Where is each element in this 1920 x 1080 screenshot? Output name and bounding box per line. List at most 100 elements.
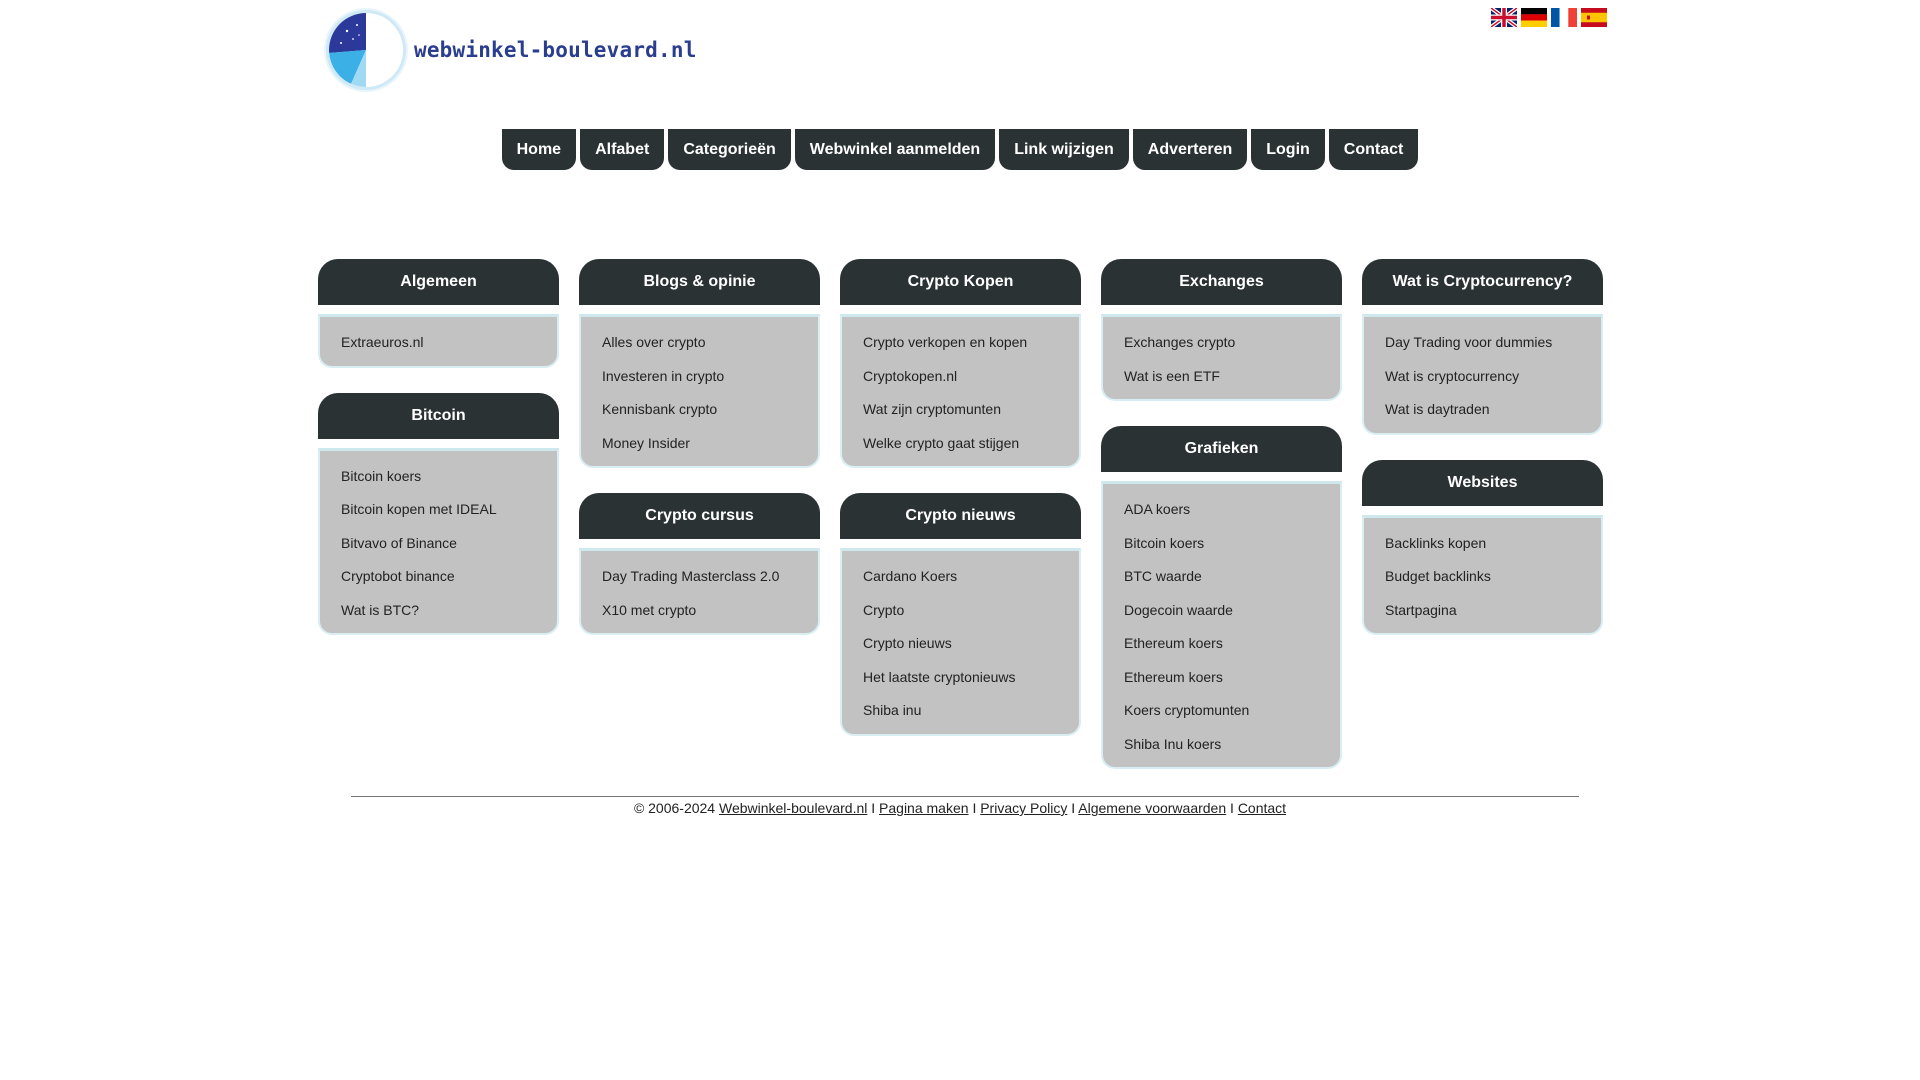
nav-categorieen[interactable]: Categorieën	[668, 129, 791, 170]
category-heading[interactable]: Crypto cursus	[579, 493, 820, 539]
category-heading[interactable]: Crypto Kopen	[840, 259, 1081, 305]
footer-copyright: © 2006-2024	[633, 800, 716, 816]
category-link[interactable]: Exchanges crypto	[1103, 326, 1340, 360]
category-link[interactable]: Wat is BTC?	[320, 594, 557, 628]
main-nav: Home Alfabet Categorieën Webwinkel aanme…	[0, 129, 1920, 170]
category-block: Blogs & opinie Alles over crypto Investere…	[579, 259, 820, 468]
category-heading[interactable]: Grafieken	[1101, 426, 1342, 472]
category-heading[interactable]: Websites	[1362, 459, 1603, 506]
nav-contact[interactable]: Contact	[1328, 129, 1419, 170]
category-link[interactable]: Bitvavo of Binance	[320, 527, 557, 561]
category-link[interactable]: Bitcoin kopen met IDEAL	[320, 493, 557, 527]
footer-divider	[351, 796, 1579, 797]
category-link[interactable]: Backlinks kopen	[1364, 527, 1601, 561]
category-heading[interactable]: Wat is Cryptocurrency?	[1362, 259, 1603, 305]
category-column: Crypto Kopen Crypto verkopen en kopen Cryp…	[840, 259, 1081, 769]
category-link[interactable]: Cardano Koers	[842, 560, 1079, 594]
category-link[interactable]: Crypto verkopen en kopen	[842, 326, 1079, 360]
category-link[interactable]: Wat zijn cryptomunten	[842, 393, 1079, 427]
category-link-list: Backlinks kopen Budget backlinks Startpagi…	[1362, 514, 1603, 635]
category-block: Grafieken ADA koers Bitcoin koers BTC waard…	[1101, 426, 1342, 769]
category-link[interactable]: Shiba inu	[842, 694, 1079, 728]
footer: © 2006-2024 Webwinkel-boulevard.nl I Pag…	[0, 800, 1920, 816]
category-block: Crypto nieuws Cardano Koers Crypto Crypto n…	[840, 493, 1081, 736]
category-link-list: Cardano Koers Crypto Crypto nieuws Het laat…	[840, 548, 1081, 736]
category-block: Bitcoin Bitcoin koers Bitcoin kopen met ID…	[318, 392, 559, 635]
nav-alfabet[interactable]: Alfabet	[580, 129, 665, 170]
nav-link-wijzigen[interactable]: Link wijzigen	[999, 129, 1129, 170]
logo-icon	[326, 10, 406, 90]
category-link[interactable]: Money Insider	[581, 427, 818, 461]
category-link[interactable]: Wat is een ETF	[1103, 360, 1340, 394]
category-block: Crypto cursus Day Trading Masterclass 2.0…	[579, 493, 820, 635]
category-link[interactable]: Budget backlinks	[1364, 560, 1601, 594]
category-link[interactable]: Shiba Inu koers	[1103, 728, 1340, 762]
category-heading[interactable]: Exchanges	[1101, 259, 1342, 305]
category-heading[interactable]: Algemeen	[318, 259, 559, 305]
category-link[interactable]: Welke crypto gaat stijgen	[842, 427, 1079, 461]
category-link[interactable]: Ethereum koers	[1103, 627, 1340, 661]
category-link-list: Bitcoin koers Bitcoin kopen met IDEAL Bitv…	[318, 447, 559, 635]
category-block: Algemeen Extraeuros.nl	[318, 259, 559, 368]
language-flags	[1491, 8, 1607, 27]
category-column: Wat is Cryptocurrency? Day Trading voor d…	[1362, 259, 1603, 769]
category-column: Exchanges Exchanges crypto Wat is een ETF G…	[1101, 259, 1342, 769]
nav-adverteren[interactable]: Adverteren	[1132, 129, 1248, 170]
category-block: Exchanges Exchanges crypto Wat is een ETF	[1101, 259, 1342, 401]
footer-link-webwinkel-boulevard[interactable]: Webwinkel-boulevard.nl	[719, 800, 867, 816]
category-heading[interactable]: Crypto nieuws	[840, 493, 1081, 539]
category-heading[interactable]: Bitcoin	[318, 392, 559, 439]
category-link[interactable]: Alles over crypto	[581, 326, 818, 360]
category-link[interactable]: Ethereum koers	[1103, 661, 1340, 695]
category-link[interactable]: Investeren in crypto	[581, 360, 818, 394]
category-link-list: Exchanges crypto Wat is een ETF	[1101, 314, 1342, 401]
footer-separator: I	[1071, 800, 1076, 816]
category-link[interactable]: BTC waarde	[1103, 560, 1340, 594]
category-column: Blogs & opinie Alles over crypto Investere…	[579, 259, 820, 769]
nav-login[interactable]: Login	[1251, 129, 1325, 170]
category-block: Websites Backlinks kopen Budget backlinks S…	[1362, 459, 1603, 635]
category-link[interactable]: Kennisbank crypto	[581, 393, 818, 427]
category-link[interactable]: Day Trading voor dummies	[1364, 326, 1601, 360]
category-link[interactable]: Bitcoin koers	[1103, 527, 1340, 561]
germany-flag-icon[interactable]	[1521, 8, 1547, 27]
category-link-list: ADA koers Bitcoin koers BTC waarde Dogecoin…	[1101, 481, 1342, 769]
category-link[interactable]: Crypto	[842, 594, 1079, 628]
logo-text: webwinkel-boulevard.nl	[414, 38, 697, 62]
category-block: Crypto Kopen Crypto verkopen en kopen Cryp…	[840, 259, 1081, 468]
footer-link-privacy-policy[interactable]: Privacy Policy	[980, 800, 1067, 816]
category-link[interactable]: X10 met crypto	[581, 594, 818, 628]
category-link-list: Alles over crypto Investeren in crypto Ken…	[579, 314, 820, 468]
uk-flag-icon[interactable]	[1491, 8, 1517, 27]
category-link[interactable]: Extraeuros.nl	[320, 326, 557, 360]
spain-flag-icon[interactable]	[1581, 8, 1607, 27]
category-grid: Algemeen Extraeuros.nl Bitcoin Bitcoin koer…	[318, 259, 1603, 769]
category-link-list: Day Trading Masterclass 2.0 X10 met crypt…	[579, 548, 820, 635]
category-link-list: Day Trading voor dummies Wat is cryptocur…	[1362, 314, 1603, 435]
footer-link-algemene-voorwaarden[interactable]: Algemene voorwaarden	[1078, 800, 1226, 816]
france-flag-icon[interactable]	[1551, 8, 1577, 27]
nav-home[interactable]: Home	[501, 129, 577, 170]
category-link-list: Extraeuros.nl	[318, 314, 559, 368]
category-link[interactable]: Het laatste cryptonieuws	[842, 661, 1079, 695]
category-link[interactable]: ADA koers	[1103, 493, 1340, 527]
category-column: Algemeen Extraeuros.nl Bitcoin Bitcoin koer…	[318, 259, 559, 769]
footer-separator: I	[1230, 800, 1234, 816]
category-link[interactable]: Bitcoin koers	[320, 460, 557, 494]
category-link[interactable]: Wat is cryptocurrency	[1364, 360, 1601, 394]
category-link[interactable]: Cryptobot binance	[320, 560, 557, 594]
category-link[interactable]: Day Trading Masterclass 2.0	[581, 560, 818, 594]
nav-webwinkel-aanmelden[interactable]: Webwinkel aanmelden	[794, 129, 996, 170]
footer-separator: I	[972, 800, 977, 816]
category-link[interactable]: Dogecoin waarde	[1103, 594, 1340, 628]
footer-link-pagina-maken[interactable]: Pagina maken	[879, 800, 969, 816]
category-link[interactable]: Wat is daytraden	[1364, 393, 1601, 427]
category-link[interactable]: Crypto nieuws	[842, 627, 1079, 661]
footer-link-contact[interactable]: Contact	[1238, 800, 1286, 816]
category-heading[interactable]: Blogs & opinie	[579, 259, 820, 305]
category-link[interactable]: Koers cryptomunten	[1103, 694, 1340, 728]
category-link[interactable]: Startpagina	[1364, 594, 1601, 628]
site-logo[interactable]: webwinkel-boulevard.nl	[326, 10, 697, 90]
category-link[interactable]: Cryptokopen.nl	[842, 360, 1079, 394]
category-block: Wat is Cryptocurrency? Day Trading voor d…	[1362, 259, 1603, 435]
